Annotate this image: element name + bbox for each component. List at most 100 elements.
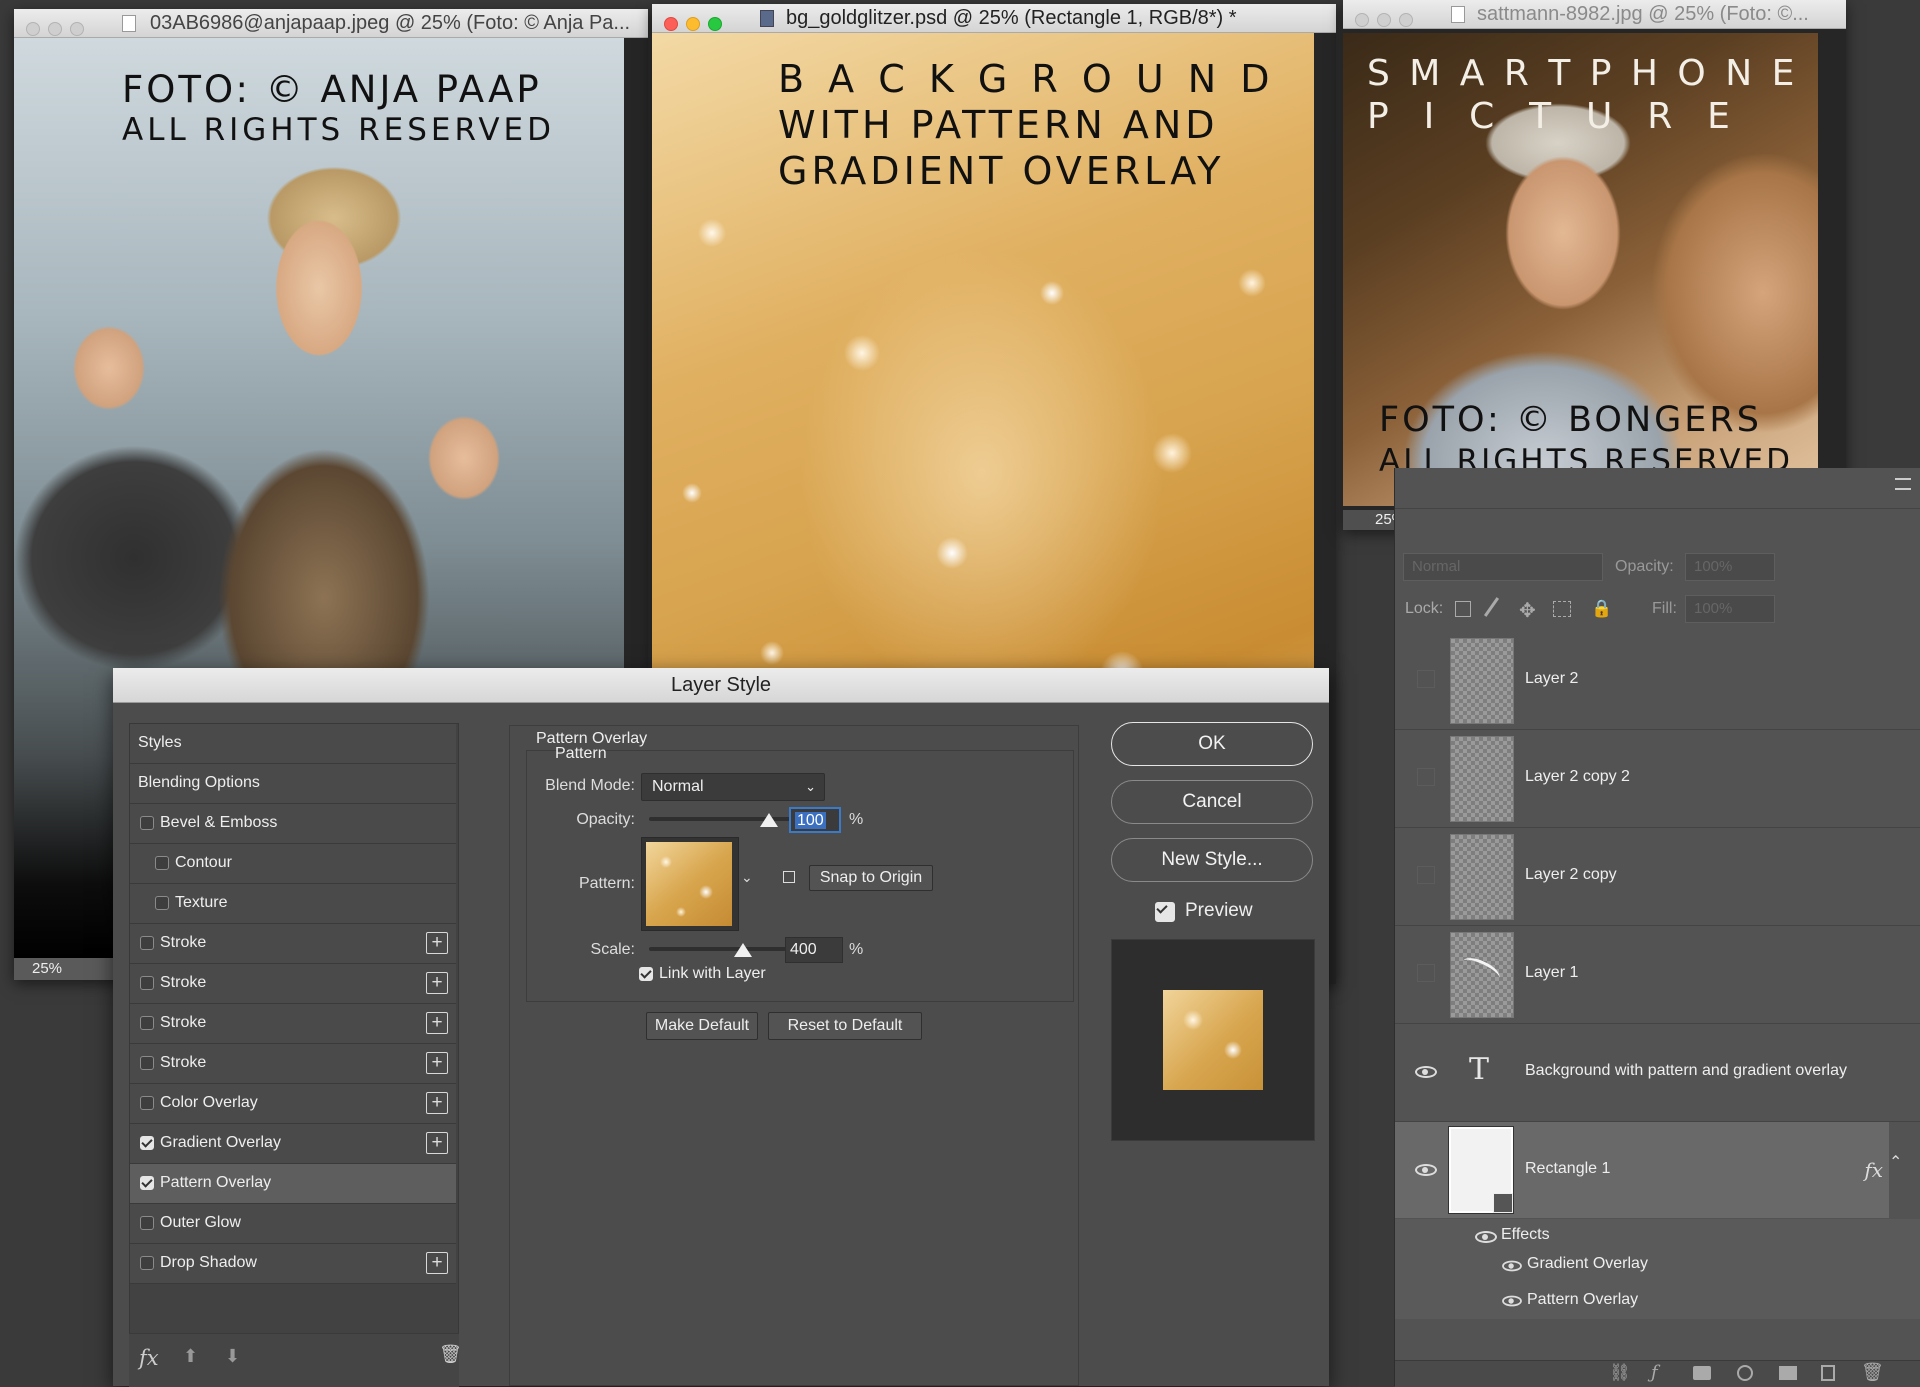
add-stroke-icon[interactable]: + xyxy=(426,1012,448,1034)
opacity-slider-thumb[interactable] xyxy=(760,813,778,827)
lock-all-icon[interactable]: 🔒 xyxy=(1591,599,1612,619)
minimize-button[interactable] xyxy=(686,17,700,31)
adjustment-layer-icon[interactable] xyxy=(1737,1365,1753,1381)
style-checkbox[interactable] xyxy=(140,1096,154,1110)
style-checkbox-checked[interactable] xyxy=(140,1176,154,1190)
stroke-item[interactable]: Stroke + xyxy=(130,1044,456,1084)
new-group-icon[interactable] xyxy=(1779,1366,1797,1380)
stroke-item[interactable]: Stroke + xyxy=(130,1004,456,1044)
layer-opacity-field[interactable]: 100% xyxy=(1685,553,1775,581)
visibility-toggle[interactable] xyxy=(1417,768,1435,786)
eye-icon[interactable] xyxy=(1415,1164,1437,1176)
collapse-effects-icon[interactable]: ⌃ xyxy=(1889,1152,1902,1172)
effect-gradient-overlay[interactable]: Gradient Overlay xyxy=(1527,1255,1648,1273)
add-stroke-icon[interactable]: + xyxy=(426,932,448,954)
scale-slider-thumb[interactable] xyxy=(733,943,752,957)
visibility-toggle[interactable] xyxy=(1417,964,1435,982)
layer-blend-mode-select[interactable]: Normal xyxy=(1403,553,1603,581)
style-checkbox[interactable] xyxy=(155,896,169,910)
trash-icon[interactable]: 🗑 xyxy=(439,1344,462,1365)
bevel-emboss-item[interactable]: Bevel & Emboss xyxy=(130,804,456,844)
zoom-button[interactable] xyxy=(70,22,84,36)
drop-shadow-item[interactable]: Drop Shadow + xyxy=(130,1244,456,1284)
stroke-item[interactable]: Stroke + xyxy=(130,924,456,964)
blend-mode-select[interactable]: Normal ⌄ xyxy=(641,773,825,801)
fx-menu-icon[interactable]: fx xyxy=(139,1346,159,1370)
style-checkbox[interactable] xyxy=(140,936,154,950)
style-checkbox[interactable] xyxy=(140,1216,154,1230)
scale-slider-track[interactable] xyxy=(649,947,793,951)
visibility-toggle[interactable] xyxy=(1417,670,1435,688)
panel-menu-icon[interactable] xyxy=(1895,478,1911,490)
trash-icon[interactable]: 🗑 xyxy=(1861,1362,1884,1383)
visibility-toggle[interactable] xyxy=(1417,866,1435,884)
add-stroke-icon[interactable]: + xyxy=(426,1052,448,1074)
document-titlebar[interactable]: bg_goldglitzer.psd @ 25% (Rectangle 1, R… xyxy=(652,4,1336,33)
eye-icon[interactable] xyxy=(1415,1066,1437,1078)
lock-transparency-icon[interactable] xyxy=(1455,601,1471,617)
reset-to-default-button[interactable]: Reset to Default xyxy=(768,1012,922,1040)
preview-checkbox[interactable] xyxy=(1155,902,1175,922)
layer-row[interactable]: Layer 2 copy 2 xyxy=(1395,730,1920,828)
style-checkbox-checked[interactable] xyxy=(140,1136,154,1150)
opacity-slider-track[interactable] xyxy=(649,817,801,821)
add-gradient-overlay-icon[interactable]: + xyxy=(426,1132,448,1154)
texture-item[interactable]: Texture xyxy=(130,884,456,924)
fx-badge[interactable]: fx xyxy=(1864,1158,1883,1182)
add-stroke-icon[interactable]: + xyxy=(426,972,448,994)
contour-item[interactable]: Contour xyxy=(130,844,456,884)
layer-row[interactable]: Layer 1 xyxy=(1395,926,1920,1024)
style-checkbox[interactable] xyxy=(155,856,169,870)
link-with-layer-checkbox[interactable] xyxy=(639,967,653,981)
style-checkbox[interactable] xyxy=(140,1256,154,1270)
stroke-item[interactable]: Stroke + xyxy=(130,964,456,1004)
new-style-button[interactable]: New Style... xyxy=(1111,838,1313,882)
layer-row-text[interactable]: T Background with pattern and gradient o… xyxy=(1395,1024,1920,1122)
pattern-overlay-item[interactable]: Pattern Overlay xyxy=(130,1164,456,1204)
photo-canvas[interactable]: S M A R T P H O N E P I C T U R E FOTO: … xyxy=(1343,33,1818,506)
style-checkbox[interactable] xyxy=(140,1056,154,1070)
color-overlay-item[interactable]: Color Overlay + xyxy=(130,1084,456,1124)
styles-header[interactable]: Styles xyxy=(130,724,456,764)
make-default-button[interactable]: Make Default xyxy=(646,1012,758,1040)
opacity-input[interactable]: 100 xyxy=(789,807,841,833)
eye-icon[interactable] xyxy=(1502,1295,1522,1307)
move-up-icon[interactable]: ⬆ xyxy=(183,1346,198,1367)
ok-button[interactable]: OK xyxy=(1111,722,1313,766)
style-checkbox[interactable] xyxy=(140,816,154,830)
blending-options-item[interactable]: Blending Options xyxy=(130,764,456,804)
add-mask-icon[interactable] xyxy=(1693,1366,1711,1380)
layer-row[interactable]: Layer 2 copy xyxy=(1395,828,1920,926)
document-titlebar[interactable]: 03AB6986@anjapaap.jpeg @ 25% (Foto: © An… xyxy=(14,9,648,38)
close-button[interactable] xyxy=(26,22,40,36)
eye-icon[interactable] xyxy=(1502,1260,1522,1272)
effect-row[interactable]: Pattern Overlay xyxy=(1395,1289,1920,1319)
new-layer-icon[interactable] xyxy=(1821,1365,1835,1381)
gradient-overlay-item[interactable]: Gradient Overlay + xyxy=(130,1124,456,1164)
style-checkbox[interactable] xyxy=(140,976,154,990)
style-checkbox[interactable] xyxy=(140,1016,154,1030)
snap-to-origin-button[interactable]: Snap to Origin xyxy=(809,865,933,891)
new-preset-icon[interactable] xyxy=(783,871,795,883)
close-button[interactable] xyxy=(664,17,678,31)
add-color-overlay-icon[interactable]: + xyxy=(426,1092,448,1114)
document-window-sattmann[interactable]: sattmann-8982.jpg @ 25% (Foto: ©... S M … xyxy=(1343,0,1846,530)
add-drop-shadow-icon[interactable]: + xyxy=(426,1252,448,1274)
effect-pattern-overlay[interactable]: Pattern Overlay xyxy=(1527,1291,1638,1309)
lock-artboard-icon[interactable] xyxy=(1553,601,1571,617)
zoom-button[interactable] xyxy=(708,17,722,31)
outer-glow-item[interactable]: Outer Glow xyxy=(130,1204,456,1244)
minimize-button[interactable] xyxy=(48,22,62,36)
lock-position-icon[interactable]: ✥ xyxy=(1519,598,1536,623)
zoom-button[interactable] xyxy=(1399,13,1413,27)
close-button[interactable] xyxy=(1355,13,1369,27)
minimize-button[interactable] xyxy=(1377,13,1391,27)
link-layers-icon[interactable]: ⛓ xyxy=(1609,1363,1631,1383)
chevron-down-icon[interactable]: ⌄ xyxy=(741,869,753,886)
pattern-picker[interactable] xyxy=(641,837,739,931)
layer-row-selected[interactable]: Rectangle 1 fx xyxy=(1395,1122,1889,1218)
eye-icon[interactable] xyxy=(1475,1231,1497,1243)
layer-fill-field[interactable]: 100% xyxy=(1685,595,1775,623)
layer-row[interactable]: Layer 2 xyxy=(1395,632,1920,730)
cancel-button[interactable]: Cancel xyxy=(1111,780,1313,824)
